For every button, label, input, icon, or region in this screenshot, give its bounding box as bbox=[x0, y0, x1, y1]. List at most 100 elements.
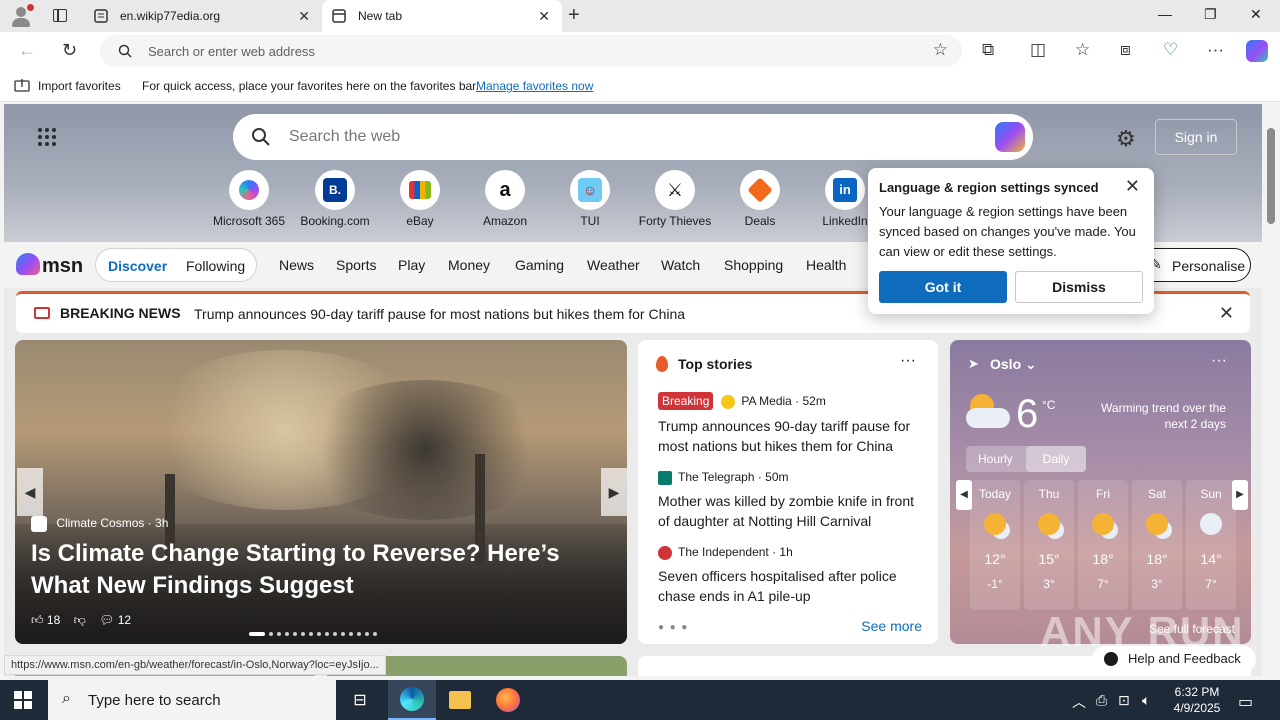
see-more-link[interactable]: See more bbox=[861, 618, 922, 634]
quick-link-forty-thieves[interactable]: ⚔ Forty Thieves bbox=[635, 170, 715, 228]
browser-toolbar: ← ↻ Search or enter web address ☆ ⧉ ◫ ☆ … bbox=[0, 32, 1280, 70]
next-arrow-icon[interactable]: ▶ bbox=[601, 468, 627, 516]
comment-icon[interactable]: 💬︎ bbox=[99, 613, 114, 627]
got-it-button[interactable]: Got it bbox=[879, 271, 1007, 303]
story-item[interactable]: Breaking PA Media · 52m Trump announces 9… bbox=[658, 392, 928, 456]
weather-card[interactable]: ➤ Oslo ⌄ ··· 6 °C Warming trend over the… bbox=[950, 340, 1251, 644]
thumbs-up-icon[interactable]: 👍︎ bbox=[31, 613, 44, 627]
story-item[interactable]: The Telegraph · 50m Mother was killed by… bbox=[658, 470, 928, 531]
close-icon[interactable]: ✕ bbox=[1125, 176, 1140, 197]
favorites-icon[interactable]: ☆ bbox=[1075, 40, 1090, 60]
nav-money[interactable]: Money bbox=[448, 257, 490, 273]
clock-date: 4/9/2025 bbox=[1173, 701, 1221, 715]
tab-actions-icon[interactable] bbox=[50, 7, 70, 25]
story-title[interactable]: Mother was killed by zombie knife in fro… bbox=[658, 491, 928, 531]
story-item[interactable]: The Independent · 1h Seven officers hosp… bbox=[658, 545, 928, 606]
close-window-icon[interactable]: ✕ bbox=[1250, 6, 1262, 23]
breaking-headline[interactable]: Trump announces 90-day tariff pause for … bbox=[194, 306, 685, 322]
nav-watch[interactable]: Watch bbox=[661, 257, 700, 273]
tab-discover[interactable]: Discover bbox=[108, 258, 167, 274]
browser-essentials-icon[interactable]: ♡ bbox=[1163, 40, 1178, 60]
page-scrollbar[interactable] bbox=[1262, 104, 1280, 676]
quick-link-booking[interactable]: B. Booking.com bbox=[295, 170, 375, 228]
previous-arrow-icon[interactable]: ◀ bbox=[17, 468, 43, 516]
forecast-day[interactable]: Thu 15° 3° bbox=[1024, 480, 1074, 610]
file-explorer-icon[interactable] bbox=[436, 680, 484, 720]
task-view-icon[interactable]: ⊟ bbox=[336, 680, 384, 720]
weather-trend[interactable]: Warming trend over the next 2 days bbox=[1092, 400, 1226, 432]
collections-icon[interactable]: ⧈ bbox=[1120, 40, 1131, 60]
nav-sports[interactable]: Sports bbox=[336, 257, 376, 273]
nav-news[interactable]: News bbox=[279, 257, 314, 273]
sign-in-button[interactable]: Sign in bbox=[1155, 119, 1237, 155]
clock[interactable]: 6:32 PM 4/9/2025 bbox=[1164, 684, 1230, 716]
thumbs-down-icon[interactable]: 👎︎ bbox=[74, 613, 86, 627]
firefox-icon[interactable] bbox=[484, 680, 532, 720]
nav-gaming[interactable]: Gaming bbox=[515, 257, 564, 273]
weather-location[interactable]: Oslo ⌄ bbox=[990, 356, 1037, 373]
story-title[interactable]: Trump announces 90-day tariff pause for … bbox=[658, 416, 928, 456]
back-icon[interactable]: ← bbox=[18, 40, 36, 61]
volume-icon[interactable]: 🔈︎ bbox=[1142, 692, 1150, 709]
quick-link-amazon[interactable]: a Amazon bbox=[465, 170, 545, 228]
nav-weather[interactable]: Weather bbox=[587, 257, 640, 273]
taskbar-search[interactable]: ⌕ Type here to search bbox=[48, 680, 336, 720]
network-icon[interactable]: ⊡ bbox=[1118, 692, 1130, 709]
msn-logo[interactable]: msn bbox=[16, 251, 86, 279]
new-tab-button[interactable]: + bbox=[568, 4, 580, 27]
web-search-box[interactable]: Search the web bbox=[233, 114, 1033, 160]
close-icon[interactable]: ✕ bbox=[1219, 303, 1234, 324]
nav-shopping[interactable]: Shopping bbox=[724, 257, 783, 273]
extensions-icon[interactable]: ⧉ bbox=[982, 40, 994, 60]
nav-play[interactable]: Play bbox=[398, 257, 425, 273]
forecast-day[interactable]: Sun 14° 7° bbox=[1186, 480, 1236, 610]
quick-link-microsoft-365[interactable]: Microsoft 365 bbox=[209, 170, 289, 228]
settings-gear-icon[interactable]: ⚙ bbox=[1116, 126, 1136, 152]
more-options-icon[interactable]: ··· bbox=[900, 352, 916, 370]
more-icon[interactable]: ··· bbox=[1207, 40, 1224, 60]
quick-link-tui[interactable]: ☺ TUI bbox=[550, 170, 630, 228]
nav-health[interactable]: Health bbox=[806, 257, 846, 273]
story-title[interactable]: Seven officers hospitalised after police… bbox=[658, 566, 928, 606]
restore-icon[interactable]: ❐ bbox=[1204, 6, 1217, 23]
close-tab-icon[interactable]: ✕ bbox=[538, 8, 550, 25]
split-screen-icon[interactable]: ◫ bbox=[1030, 40, 1046, 60]
import-favorites-link[interactable]: Import favorites bbox=[38, 79, 121, 93]
refresh-icon[interactable]: ↻ bbox=[62, 40, 77, 61]
dismiss-button[interactable]: Dismiss bbox=[1015, 271, 1143, 303]
forecast-day[interactable]: Fri 18° 7° bbox=[1078, 480, 1128, 610]
copilot-icon[interactable] bbox=[1246, 40, 1268, 62]
help-feedback-button[interactable]: Help and Feedback bbox=[1092, 646, 1256, 672]
close-tab-icon[interactable]: ✕ bbox=[298, 8, 310, 25]
minimize-icon[interactable]: — bbox=[1158, 6, 1172, 22]
quick-link-label: Booking.com bbox=[300, 214, 370, 228]
top-stories-card: Top stories ··· Breaking PA Media · 52m T… bbox=[638, 340, 938, 644]
featured-story-card[interactable]: ◀ ▶ Climate Cosmos · 3h Is Climate Chang… bbox=[15, 340, 627, 644]
apps-launcher-icon[interactable] bbox=[38, 128, 56, 146]
forecast-day[interactable]: Today 12° -1° bbox=[970, 480, 1020, 610]
forecast-day[interactable]: Sat 18° 3° bbox=[1132, 480, 1182, 610]
manage-favorites-link[interactable]: Manage favorites now bbox=[476, 79, 593, 93]
taskbar-search-placeholder: Type here to search bbox=[88, 692, 221, 709]
tab-new-tab[interactable]: New tab ✕ bbox=[322, 0, 562, 32]
star-icon[interactable]: ☆ bbox=[933, 40, 948, 60]
meet-icon[interactable]: ⎙ bbox=[1096, 692, 1107, 709]
story-headline[interactable]: Is Climate Change Starting to Reverse? H… bbox=[31, 538, 621, 602]
address-bar[interactable]: Search or enter web address ☆ bbox=[100, 35, 962, 67]
tab-hourly[interactable]: Hourly bbox=[978, 452, 1013, 466]
tab-following[interactable]: Following bbox=[186, 258, 245, 274]
quick-link-ebay[interactable]: eBay bbox=[380, 170, 460, 228]
notifications-icon[interactable]: ▭ bbox=[1238, 692, 1253, 712]
start-button[interactable] bbox=[14, 691, 32, 709]
quick-link-deals[interactable]: Deals bbox=[720, 170, 800, 228]
more-options-icon[interactable]: ··· bbox=[1211, 352, 1227, 370]
temperature-unit[interactable]: °C bbox=[1042, 398, 1055, 412]
tab-wikipedia[interactable]: en.wikip77edia.org ✕ bbox=[84, 0, 322, 32]
profile-icon[interactable] bbox=[9, 4, 34, 28]
copilot-icon[interactable] bbox=[995, 122, 1025, 152]
tray-chevron-icon[interactable]: ︿ bbox=[1072, 692, 1086, 712]
edge-taskbar-icon[interactable] bbox=[388, 680, 436, 720]
tab-daily[interactable]: Daily bbox=[1026, 446, 1086, 472]
popup-body: Your language & region settings have bee… bbox=[879, 204, 1136, 259]
personalise-button[interactable]: ✎ Personalise bbox=[1137, 248, 1251, 282]
